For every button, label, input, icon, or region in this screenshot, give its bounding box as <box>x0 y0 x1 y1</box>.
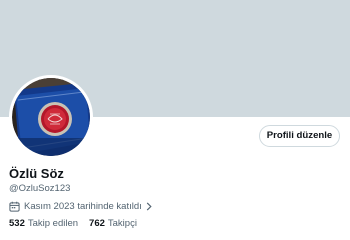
edit-profile-button[interactable]: Profili düzenle <box>259 125 340 147</box>
following-link[interactable]: 532 Takip edilen <box>9 218 78 230</box>
profile-name: Özlü Söz <box>9 166 64 181</box>
profile-avatar[interactable] <box>9 75 93 159</box>
profile-stats: 532 Takip edilen 762 Takipçi <box>9 218 148 230</box>
joined-date-label: Kasım 2023 tarihinde katıldı <box>24 200 142 212</box>
followers-link[interactable]: 762 Takipçi <box>89 218 137 230</box>
calendar-icon <box>9 201 20 212</box>
avatar-image <box>12 78 90 156</box>
following-label: Takip edilen <box>27 218 79 229</box>
followers-count: 762 <box>89 218 105 229</box>
chevron-right-icon <box>146 202 152 211</box>
followers-label: Takipçi <box>107 218 137 229</box>
profile-handle: @OzluSoz123 <box>9 183 71 194</box>
joined-date[interactable]: Kasım 2023 tarihinde katıldı <box>9 200 153 213</box>
following-count: 532 <box>9 218 25 229</box>
